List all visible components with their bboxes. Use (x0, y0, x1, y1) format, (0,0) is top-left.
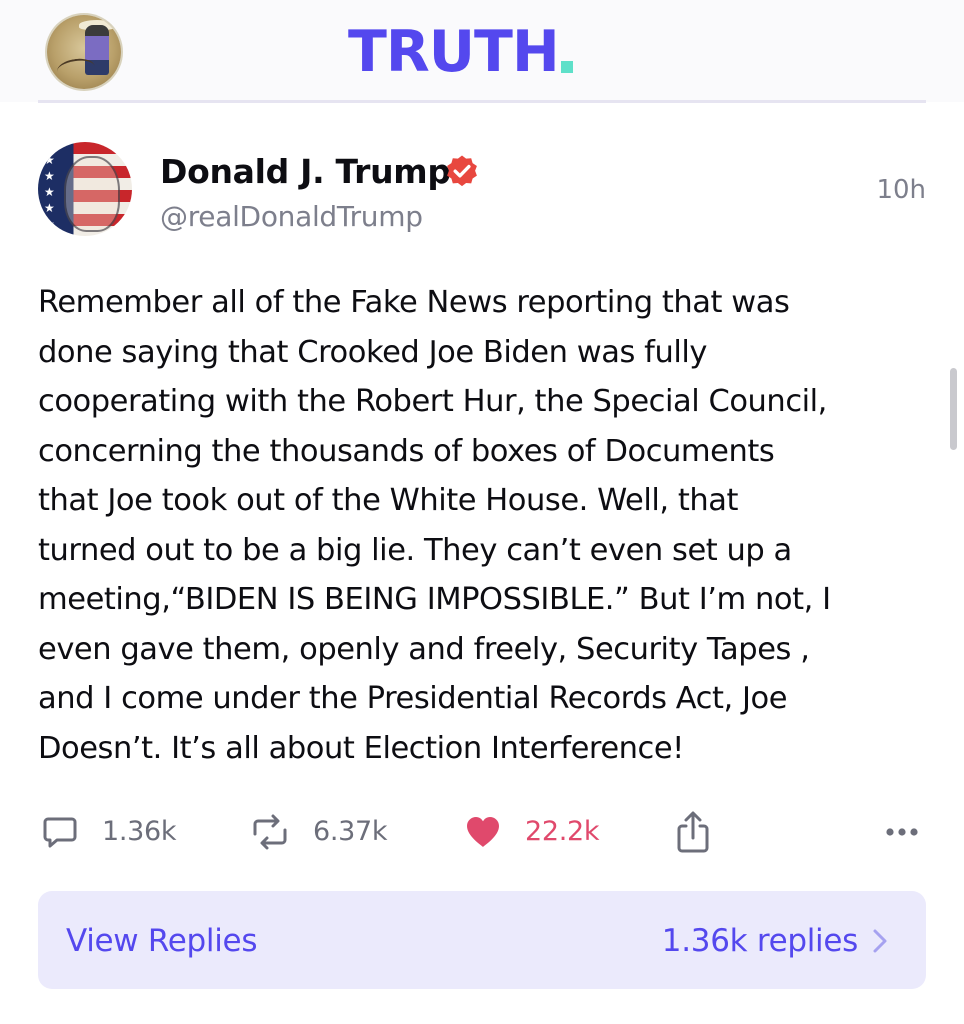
author-avatar[interactable]: ★ ★★ ★★ ★ (38, 142, 132, 236)
post-actions: 1.36k 6.37k 22.2k (0, 804, 964, 860)
logo-wordmark: TRUTH (348, 19, 560, 85)
scrollbar-thumb[interactable] (950, 368, 957, 450)
comment-icon (43, 817, 77, 848)
avatar-face-shape (64, 156, 120, 232)
replies-count-group[interactable]: 1.36k replies (662, 921, 888, 961)
like-button[interactable]: 22.2k (463, 804, 600, 860)
reply-button[interactable]: 1.36k (40, 804, 177, 860)
retruth-count: 6.37k (313, 816, 388, 847)
chevron-right-icon (873, 929, 887, 953)
truth-logo[interactable]: TRUTH (348, 22, 573, 82)
reply-count: 1.36k (102, 816, 177, 847)
author-handle[interactable]: @realDonaldTrump (160, 198, 423, 236)
share-icon (677, 811, 709, 853)
retruth-icon (253, 814, 287, 850)
heart-icon (467, 817, 499, 847)
share-button[interactable] (674, 804, 712, 860)
top-bar: TRUTH (0, 0, 964, 102)
logo-dot (560, 61, 573, 73)
author-name[interactable]: Donald J. Trump (160, 151, 451, 193)
account-avatar[interactable] (47, 15, 121, 89)
more-icon (886, 828, 918, 836)
avatar-signature-shape (55, 56, 97, 82)
view-replies-link[interactable]: View Replies (66, 921, 257, 961)
verified-badge-icon (447, 155, 477, 187)
more-options-button[interactable] (884, 804, 924, 860)
post-timestamp: 10h (876, 175, 926, 205)
view-replies-bar[interactable]: View Replies 1.36k replies (38, 891, 926, 989)
post-body: Remember all of the Fake News reporting … (38, 285, 831, 766)
retruth-button[interactable]: 6.37k (249, 804, 388, 860)
header-divider (38, 100, 926, 103)
like-count: 22.2k (525, 816, 600, 847)
replies-count-label: 1.36k replies (661, 923, 859, 959)
